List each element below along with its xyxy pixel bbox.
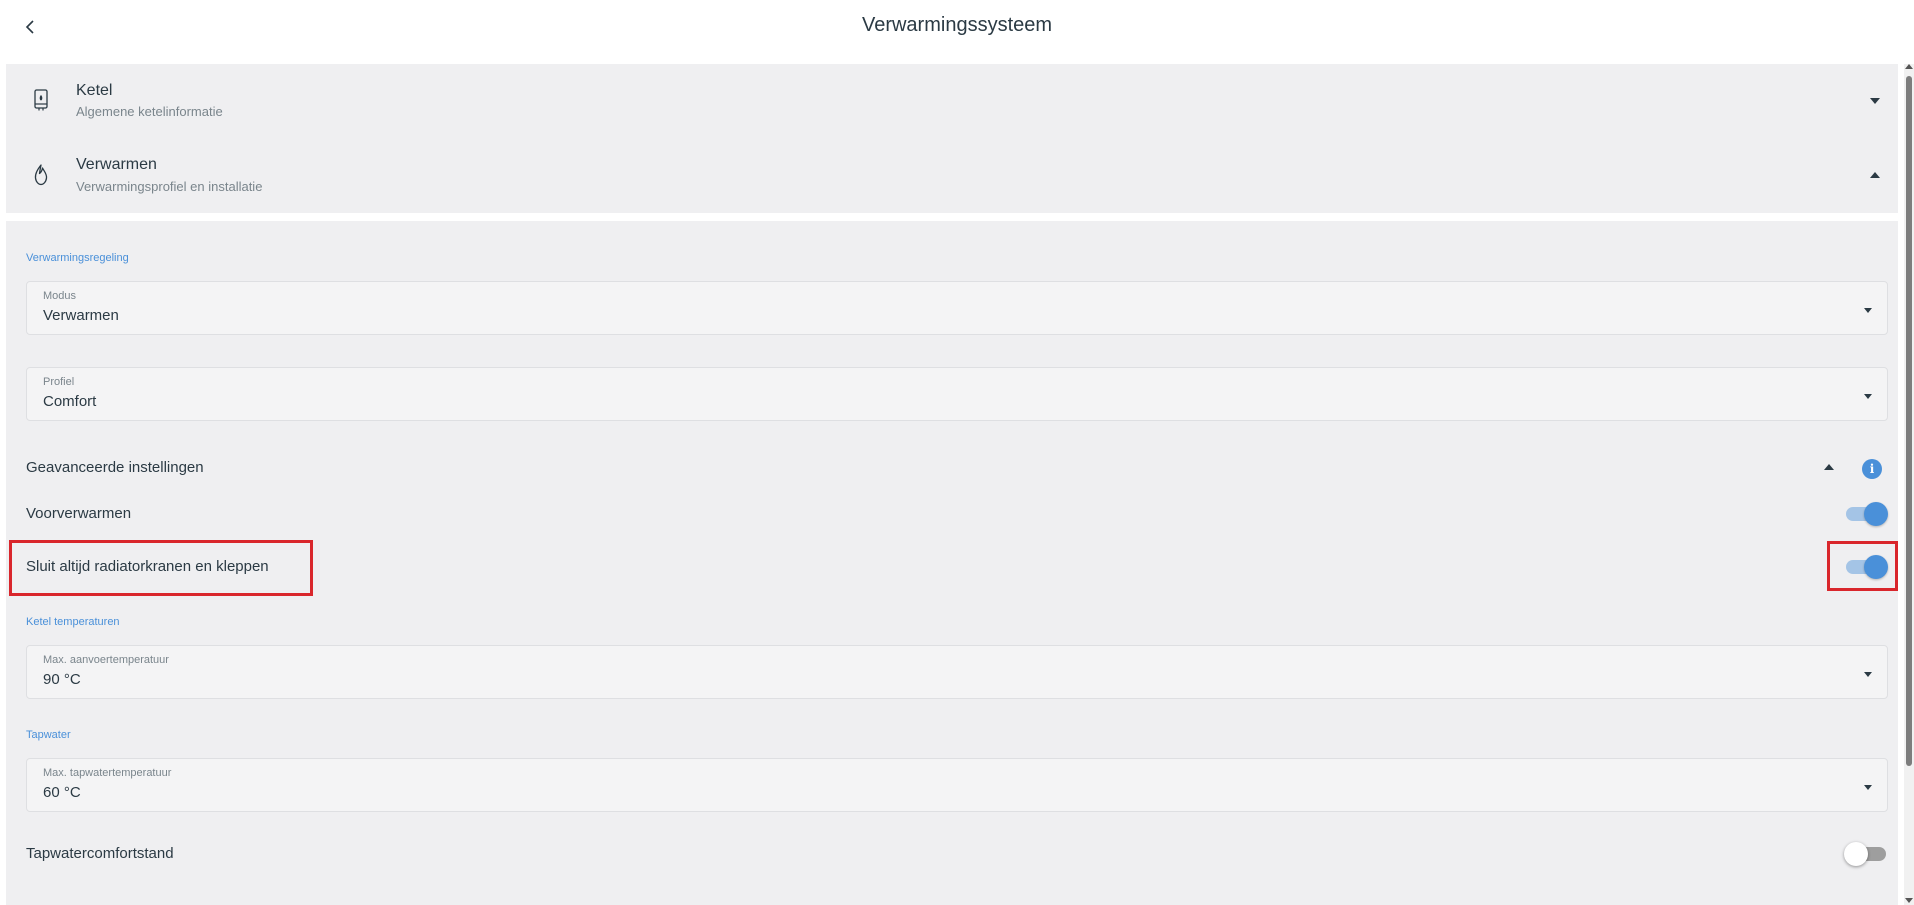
max-tapwatertemperatuur-label: Max. tapwatertemperatuur — [43, 767, 172, 779]
tapwatercomfortstand-label: Tapwatercomfortstand — [26, 845, 174, 862]
scroll-up-arrow-icon[interactable] — [1905, 64, 1913, 69]
section-label-ketel-temperaturen: Ketel temperaturen — [26, 616, 120, 628]
accordion-item-verwarmen-subtitle: Verwarmingsprofiel en installatie — [76, 179, 263, 194]
page-title: Verwarmingssysteem — [861, 14, 1053, 36]
dropdown-arrow-icon — [1864, 308, 1872, 313]
chevron-up-icon[interactable] — [1824, 464, 1834, 470]
profiel-value: Comfort — [43, 393, 97, 410]
scroll-down-arrow-icon[interactable] — [1905, 898, 1913, 903]
max-aanvoertemperatuur-label: Max. aanvoertemperatuur — [43, 654, 169, 666]
dropdown-arrow-icon — [1864, 785, 1872, 790]
tapwatercomfortstand-toggle[interactable] — [1844, 842, 1888, 866]
accordion-card: Ketel Algemene ketelinformatie Verwarmen… — [6, 64, 1898, 213]
verwarmen-panel: Verwarmingsregeling Modus Verwarmen Prof… — [6, 221, 1898, 905]
voorverwarmen-label: Voorverwarmen — [26, 505, 132, 522]
max-aanvoertemperatuur-value: 90 °C — [43, 671, 81, 688]
voorverwarmen-toggle[interactable] — [1844, 502, 1888, 526]
max-tapwatertemperatuur-value: 60 °C — [43, 784, 81, 801]
max-tapwatertemperatuur-select[interactable]: Max. tapwatertemperatuur 60 °C — [26, 758, 1888, 812]
profiel-select[interactable]: Profiel Comfort — [26, 367, 1888, 421]
flame-icon — [30, 162, 52, 188]
accordion-item-verwarmen[interactable]: Verwarmen Verwarmingsprofiel en installa… — [6, 138, 1898, 212]
sluit-kranen-label: Sluit altijd radiatorkranen en kleppen — [26, 558, 269, 575]
chevron-up-icon — [1870, 172, 1880, 178]
scrollbar-thumb[interactable] — [1906, 76, 1912, 766]
sluit-kranen-toggle[interactable] — [1844, 555, 1888, 579]
modus-label: Modus — [43, 290, 77, 302]
modus-value: Verwarmen — [43, 307, 119, 324]
max-aanvoertemperatuur-select[interactable]: Max. aanvoertemperatuur 90 °C — [26, 645, 1888, 699]
accordion-item-ketel[interactable]: Ketel Algemene ketelinformatie — [6, 64, 1898, 138]
modus-select[interactable]: Modus Verwarmen — [26, 281, 1888, 335]
advanced-settings-toggle[interactable]: Geavanceerde instellingen — [26, 459, 204, 476]
section-label-tapwater: Tapwater — [26, 729, 71, 741]
chevron-down-icon — [1870, 98, 1880, 104]
dropdown-arrow-icon — [1864, 672, 1872, 677]
info-icon[interactable]: i — [1862, 459, 1882, 479]
boiler-icon — [30, 87, 52, 113]
scrollbar[interactable] — [1904, 64, 1914, 905]
accordion-item-ketel-title: Ketel — [76, 82, 113, 99]
accordion-item-ketel-subtitle: Algemene ketelinformatie — [76, 104, 223, 119]
dropdown-arrow-icon — [1864, 394, 1872, 399]
app-header: Verwarmingssysteem — [0, 0, 1914, 54]
accordion-item-verwarmen-title: Verwarmen — [76, 156, 157, 173]
profiel-label: Profiel — [43, 376, 75, 388]
section-label-verwarmingsregeling: Verwarmingsregeling — [26, 252, 129, 264]
